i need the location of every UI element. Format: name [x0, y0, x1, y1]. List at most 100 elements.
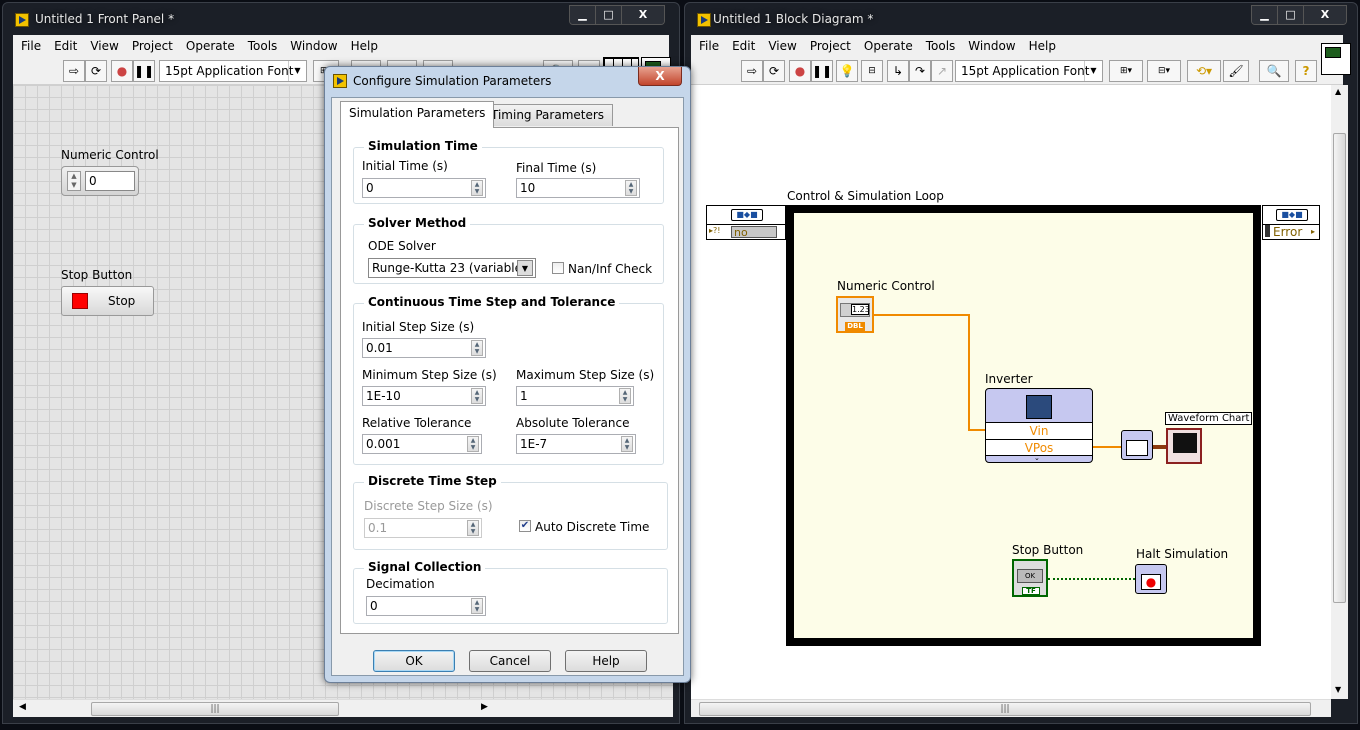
stop-button-terminal[interactable]: OK TF	[1012, 559, 1048, 597]
spinner-icon[interactable]: ▲ ▼	[621, 436, 633, 452]
wire-boolean[interactable]	[1048, 578, 1135, 580]
stop-button[interactable]: Stop	[61, 286, 154, 316]
run-arrow-icon[interactable]: ⇨	[741, 60, 763, 82]
stop-button-text: Stop	[108, 294, 136, 308]
step-over-icon[interactable]: ↷	[909, 60, 931, 82]
spinner-icon[interactable]: ▲ ▼	[471, 180, 483, 196]
wire-numeric[interactable]	[874, 314, 970, 316]
horizontal-scrollbar[interactable]: ◀ ||| ▶	[13, 699, 673, 717]
menu-window[interactable]: Window	[968, 39, 1015, 53]
halt-simulation-node[interactable]: ●	[1135, 564, 1167, 594]
wire-dynamic[interactable]	[1153, 445, 1167, 449]
pause-icon[interactable]: ❚❚	[811, 60, 833, 82]
initial-step-field[interactable]: 0.01 ▲ ▼	[362, 338, 486, 358]
ode-solver-select[interactable]: Runge-Kutta 23 (variable) ▼	[368, 258, 536, 278]
decimation-field[interactable]: 0 ▲ ▼	[366, 596, 486, 616]
font-select[interactable]: 15pt Application Font ▼	[159, 60, 307, 82]
wire-numeric[interactable]	[968, 429, 986, 431]
menu-operate[interactable]: Operate	[864, 39, 913, 53]
scrollbar-thumb[interactable]: |||	[91, 702, 339, 716]
run-arrow-icon[interactable]: ⇨	[63, 60, 85, 82]
scroll-down-icon[interactable]: ▼	[1335, 685, 1341, 694]
menu-help[interactable]: Help	[1029, 39, 1056, 53]
rel-tol-field[interactable]: 0.001 ▲ ▼	[362, 434, 482, 454]
vi-icon[interactable]	[1321, 43, 1351, 75]
expand-icon[interactable]: ⌄	[1034, 454, 1040, 462]
menu-operate[interactable]: Operate	[186, 39, 235, 53]
menu-file[interactable]: File	[21, 39, 41, 53]
spinner-icon[interactable]: ▲ ▼	[471, 598, 483, 614]
horizontal-scrollbar[interactable]: |||	[691, 699, 1331, 717]
maximize-button[interactable]: □	[1278, 6, 1304, 24]
close-button[interactable]: X	[638, 67, 682, 86]
scroll-right-icon[interactable]: ▶	[481, 702, 488, 712]
menu-view[interactable]: View	[90, 39, 118, 53]
menu-edit[interactable]: Edit	[732, 39, 755, 53]
minimize-button[interactable]: ▁	[570, 6, 596, 24]
menu-tools[interactable]: Tools	[926, 39, 956, 53]
pause-icon[interactable]: ❚❚	[133, 60, 155, 82]
spinner-icon[interactable]: ▲ ▼	[619, 388, 631, 404]
minimize-button[interactable]: ▁	[1252, 6, 1278, 24]
highlight-execution-icon[interactable]: 💡	[836, 60, 858, 82]
ok-button[interactable]: OK	[373, 650, 455, 672]
reorder-icon[interactable]: ⟲▾	[1187, 60, 1221, 82]
close-button[interactable]: X	[622, 6, 664, 24]
step-into-icon[interactable]: ↳	[887, 60, 909, 82]
scroll-up-icon[interactable]: ▲	[1335, 87, 1341, 96]
spinner-icon[interactable]: ▲ ▼	[471, 388, 483, 404]
inverter-input-vin[interactable]: Vin	[986, 422, 1092, 439]
min-step-field[interactable]: 1E-10 ▲ ▼	[362, 386, 486, 406]
retain-wire-values-icon[interactable]: ⊟	[861, 60, 883, 82]
increment-decrement-icon[interactable]: ▲ ▼	[67, 171, 81, 191]
tab-simulation-parameters[interactable]: Simulation Parameters	[340, 101, 495, 128]
initial-time-field[interactable]: 0 ▲ ▼	[362, 178, 486, 198]
font-select[interactable]: 15pt Application Font ▼	[955, 60, 1103, 82]
distribute-objects-icon[interactable]: ⊟▾	[1147, 60, 1181, 82]
loop-input-terminal[interactable]: ■◆■ ▸?! no	[706, 205, 786, 240]
menu-project[interactable]: Project	[810, 39, 851, 53]
run-continuously-icon[interactable]: ⟳	[763, 60, 785, 82]
help-icon[interactable]: ?	[1295, 60, 1317, 82]
menu-edit[interactable]: Edit	[54, 39, 77, 53]
menu-window[interactable]: Window	[290, 39, 337, 53]
close-button[interactable]: X	[1304, 6, 1346, 24]
spinner-icon[interactable]: ▲ ▼	[471, 340, 483, 356]
search-icon[interactable]: 🔍	[1259, 60, 1289, 82]
numeric-control[interactable]: ▲ ▼ 0	[61, 166, 139, 196]
menu-file[interactable]: File	[699, 39, 719, 53]
menu-help[interactable]: Help	[351, 39, 378, 53]
step-out-icon[interactable]: ↗	[931, 60, 953, 82]
final-time-field[interactable]: 10 ▲ ▼	[516, 178, 640, 198]
abort-icon[interactable]: ●	[789, 60, 811, 82]
wire-numeric[interactable]	[968, 314, 970, 431]
wire-vpos[interactable]	[1093, 446, 1121, 448]
tab-timing-parameters[interactable]: Timing Parameters	[482, 104, 614, 126]
spinner-icon[interactable]: ▲ ▼	[625, 180, 637, 196]
scroll-left-icon[interactable]: ◀	[19, 702, 26, 712]
menu-view[interactable]: View	[768, 39, 796, 53]
menu-tools[interactable]: Tools	[248, 39, 278, 53]
help-button[interactable]: Help	[565, 650, 647, 672]
max-step-field[interactable]: 1 ▲ ▼	[516, 386, 634, 406]
numeric-control-terminal[interactable]: 1.23 DBL	[836, 296, 874, 333]
auto-discrete-checkbox[interactable]: ✔	[519, 520, 531, 532]
scrollbar-thumb[interactable]	[1333, 133, 1346, 603]
waveform-chart-terminal[interactable]	[1166, 428, 1202, 464]
abort-icon[interactable]: ●	[111, 60, 133, 82]
run-continuously-icon[interactable]: ⟳	[85, 60, 107, 82]
align-objects-icon[interactable]: ⊞▾	[1109, 60, 1143, 82]
scrollbar-thumb[interactable]: |||	[699, 702, 1311, 716]
maximize-button[interactable]: □	[596, 6, 622, 24]
collector-node[interactable]	[1121, 430, 1153, 460]
numeric-control-value[interactable]: 0	[85, 171, 135, 191]
vertical-scrollbar[interactable]: ▲ ▼	[1331, 85, 1348, 699]
clean-up-diagram-icon[interactable]: 🖌	[1223, 60, 1249, 82]
cancel-button[interactable]: Cancel	[469, 650, 551, 672]
menu-project[interactable]: Project	[132, 39, 173, 53]
nan-inf-checkbox[interactable]	[552, 262, 564, 274]
inverter-node[interactable]: Vin VPos ⌄	[985, 388, 1093, 463]
loop-output-terminal[interactable]: ■◆■ Error ▸	[1262, 205, 1320, 240]
spinner-icon[interactable]: ▲ ▼	[467, 436, 479, 452]
abs-tol-field[interactable]: 1E-7 ▲ ▼	[516, 434, 636, 454]
